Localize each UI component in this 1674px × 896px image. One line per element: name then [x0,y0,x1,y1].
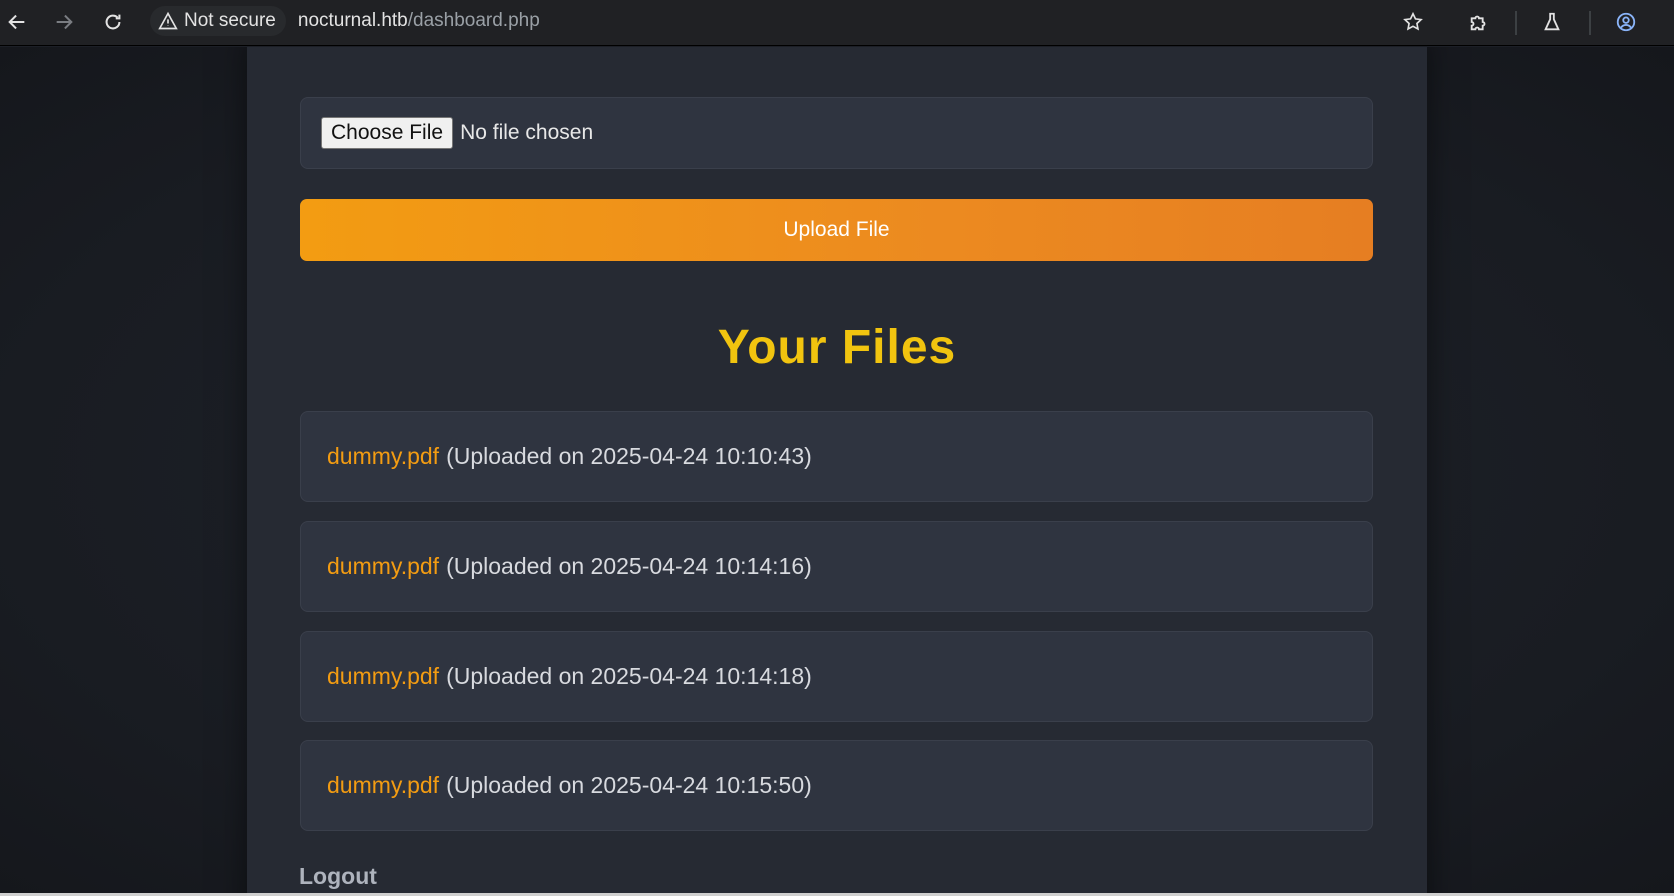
extensions-button[interactable] [1462,5,1496,39]
page-viewport: Choose File No file chosen Upload File Y… [0,47,1674,896]
forward-button[interactable] [47,5,81,39]
file-status-text: No file chosen [460,121,594,144]
file-link[interactable]: dummy.pdf [327,553,439,580]
file-link[interactable]: dummy.pdf [327,443,439,470]
file-list: dummy.pdf (Uploaded on 2025-04-24 10:10:… [300,411,1373,850]
file-upload-date: (Uploaded on 2025-04-24 10:14:16) [446,553,812,579]
toolbar-divider [1515,11,1517,35]
file-upload-date: (Uploaded on 2025-04-24 10:14:18) [446,663,812,689]
bookmark-button[interactable] [1396,5,1430,39]
profile-button[interactable] [1609,5,1643,39]
url-host: nocturnal.htb [297,10,408,31]
file-list-item: dummy.pdf (Uploaded on 2025-04-24 10:10:… [300,411,1373,502]
address-bar[interactable]: Not secure nocturnal.htb/dashboard.php [150,3,1434,39]
browser-toolbar: Not secure nocturnal.htb/dashboard.php [0,0,1674,46]
star-icon [1403,11,1423,31]
choose-file-button[interactable]: Choose File [321,117,454,149]
file-link[interactable]: dummy.pdf [327,772,439,799]
labs-button[interactable] [1535,5,1569,39]
url-text[interactable]: nocturnal.htb/dashboard.php [298,10,540,32]
reload-icon [105,14,121,30]
security-label: Not secure [184,10,276,31]
file-list-item: dummy.pdf (Uploaded on 2025-04-24 10:14:… [300,631,1373,722]
files-section-title: Your Files [717,321,957,374]
toolbar-divider [1589,11,1591,35]
arrow-right-icon [56,14,73,30]
file-list-item: dummy.pdf (Uploaded on 2025-04-24 10:15:… [300,740,1373,831]
file-upload-date: (Uploaded on 2025-04-24 10:10:43) [446,443,812,469]
flask-icon [1544,12,1560,31]
logout-link[interactable]: Logout [299,863,377,890]
puzzle-icon [1470,15,1486,31]
url-path: /dashboard.php [407,10,540,31]
reload-button[interactable] [96,5,130,39]
file-input-box[interactable]: Choose File No file chosen [300,97,1373,169]
back-button[interactable] [0,5,34,39]
file-list-item: dummy.pdf (Uploaded on 2025-04-24 10:14:… [300,521,1373,612]
profile-icon [1616,12,1636,32]
dashboard-container: Choose File No file chosen Upload File Y… [247,47,1427,896]
upload-file-button[interactable]: Upload File [300,199,1373,261]
file-link[interactable]: dummy.pdf [327,663,439,690]
file-upload-date: (Uploaded on 2025-04-24 10:15:50) [446,772,812,798]
warning-triangle-icon [158,11,178,30]
security-chip[interactable]: Not secure [150,6,286,36]
arrow-left-icon [8,14,25,30]
